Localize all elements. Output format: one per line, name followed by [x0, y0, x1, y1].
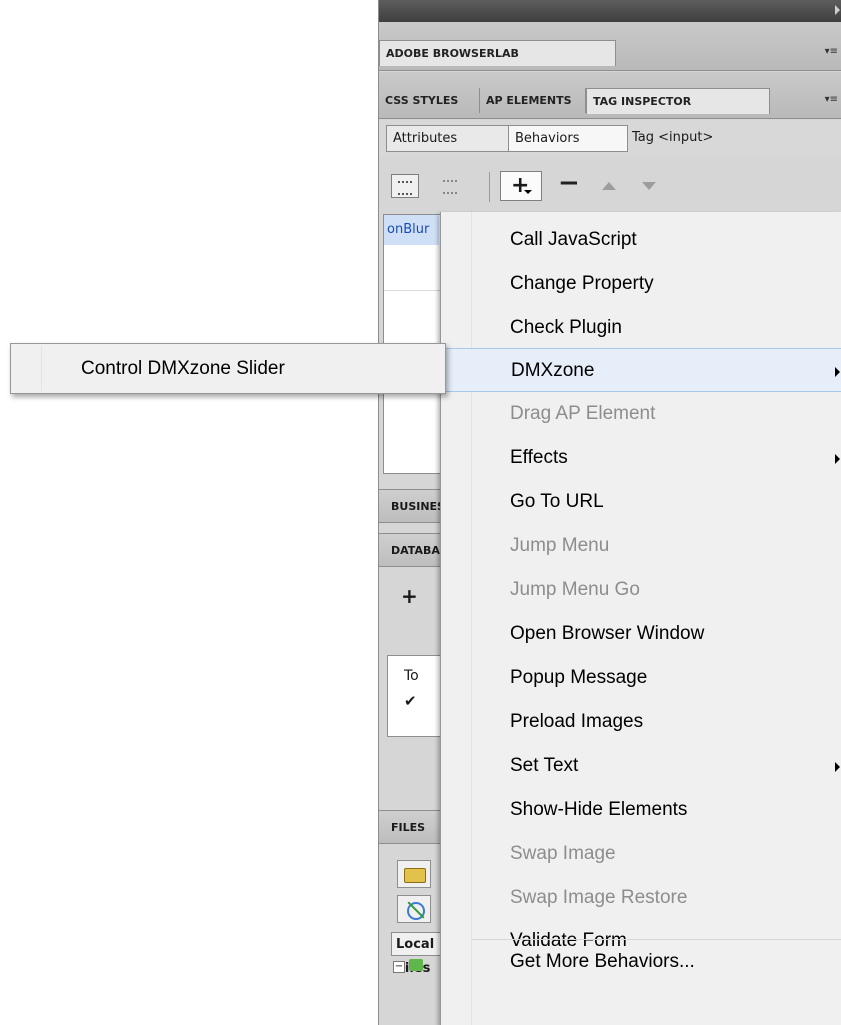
tag-label: Tag <input> — [632, 130, 714, 145]
menu-item-popup-message[interactable]: Popup Message — [441, 656, 841, 700]
connect-icon — [407, 902, 425, 920]
menu-item-swap-image-restore[interactable]: Swap Image Restore — [441, 876, 841, 920]
checkmark-icon: ✔ — [404, 692, 417, 710]
browserlab-tab-row: ADOBE BROWSERLAB ▾≡ — [379, 22, 841, 71]
menu-item-swap-image[interactable]: Swap Image — [441, 832, 841, 876]
tab-adobe-browserlab[interactable]: ADOBE BROWSERLAB — [379, 40, 616, 66]
site-folder-icon — [409, 959, 423, 971]
tab-tag-inspector[interactable]: TAG INSPECTOR — [586, 88, 770, 114]
row-divider — [384, 290, 444, 291]
move-up-icon[interactable] — [602, 182, 616, 190]
remove-behavior-button[interactable]: − — [558, 168, 580, 198]
chevron-down-icon — [524, 190, 532, 194]
add-database-button[interactable]: + — [401, 584, 418, 608]
behaviors-menu: Call JavaScript Change Property Check Plug… — [440, 212, 841, 1025]
menu-item-jump-menu[interactable]: Jump Menu — [441, 524, 841, 568]
menu-item-show-hide-elements[interactable]: Show-Hide Elements — [441, 788, 841, 832]
dmxzone-submenu: Control DMXzone Slider — [10, 343, 446, 394]
inspector-subtabs: Attributes Behaviors Tag <input> — [379, 120, 841, 156]
menu-item-effects[interactable]: Effects — [441, 436, 841, 480]
tab-attributes[interactable]: Attributes — [386, 125, 509, 152]
event-cell[interactable]: onBlur — [384, 215, 439, 245]
collapse-arrow-icon[interactable] — [835, 5, 840, 15]
menu-item-dmxzone[interactable]: DMXzone — [441, 348, 841, 392]
add-behavior-button[interactable]: + — [500, 171, 542, 201]
menu-item-drag-ap-element[interactable]: Drag AP Element — [441, 392, 841, 436]
tab-ap-elements[interactable]: AP ELEMENTS — [480, 88, 586, 113]
site-folder-button[interactable] — [397, 860, 431, 888]
submenu-arrow-icon — [835, 367, 840, 377]
db-step-text: To — [404, 668, 419, 684]
panel-collapse-strip[interactable] — [379, 0, 841, 22]
menu-item-jump-menu-go[interactable]: Jump Menu Go — [441, 568, 841, 612]
submenu-arrow-icon — [835, 762, 840, 772]
menu-item-get-more-behaviors[interactable]: Get More Behaviors... — [441, 940, 841, 984]
toolbar-divider — [489, 172, 490, 202]
tab-css-styles[interactable]: CSS STYLES — [379, 88, 480, 113]
menu-item-set-text[interactable]: Set Text — [441, 744, 841, 788]
show-set-events-icon[interactable] — [391, 174, 419, 198]
submenu-arrow-icon — [835, 454, 840, 464]
connect-button[interactable] — [397, 895, 431, 923]
menu-item-control-dmxzone-slider[interactable]: Control DMXzone Slider — [81, 344, 285, 393]
menu-gutter — [41, 346, 42, 391]
folder-icon — [404, 868, 426, 883]
menu-item-change-property[interactable]: Change Property — [441, 262, 841, 306]
panel-options-icon[interactable]: ▾≡ — [825, 46, 838, 57]
collapse-node-icon[interactable]: − — [393, 961, 405, 973]
menu-item-call-javascript[interactable]: Call JavaScript — [441, 218, 841, 262]
menu-item-open-browser-window[interactable]: Open Browser Window — [441, 612, 841, 656]
menu-item-check-plugin[interactable]: Check Plugin — [441, 306, 841, 350]
behaviors-toolbar: + − — [379, 160, 841, 204]
tab-behaviors[interactable]: Behaviors — [508, 125, 628, 152]
show-all-events-icon[interactable] — [437, 174, 465, 198]
panel-options-icon[interactable]: ▾≡ — [825, 94, 838, 105]
menu-item-preload-images[interactable]: Preload Images — [441, 700, 841, 744]
move-down-icon[interactable] — [642, 182, 656, 190]
tag-inspector-tab-row: CSS STYLES AP ELEMENTS TAG INSPECTOR ▾≡ — [379, 72, 841, 119]
menu-item-go-to-url[interactable]: Go To URL — [441, 480, 841, 524]
